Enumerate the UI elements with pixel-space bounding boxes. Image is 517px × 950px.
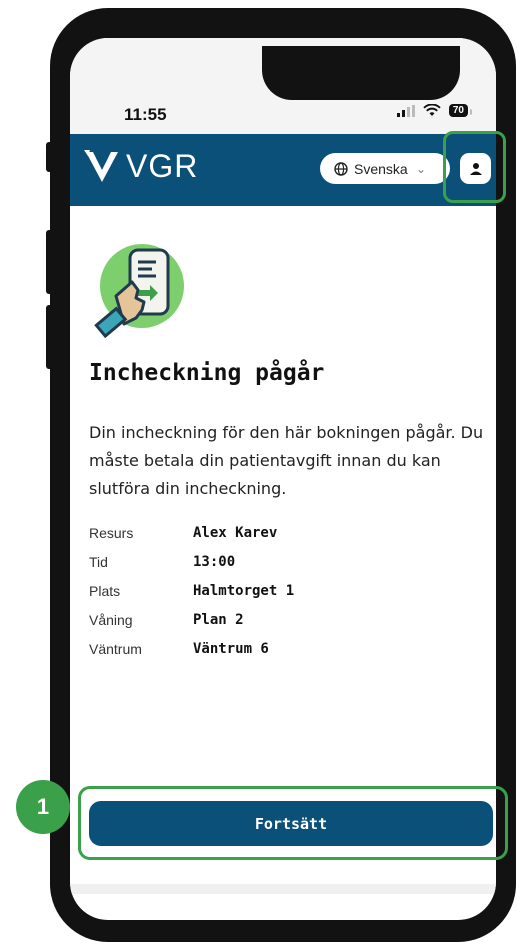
globe-icon: [334, 161, 348, 176]
detail-value: Alex Karev: [193, 524, 278, 541]
wifi-icon: [423, 104, 441, 116]
detail-label: Plats: [89, 582, 121, 599]
step-number-badge: 1: [16, 780, 70, 834]
detail-value: Halmtorget 1: [193, 582, 295, 599]
status-icons: 70: [396, 104, 473, 117]
language-label: Svenska: [354, 160, 408, 177]
detail-row-time: Tid 13:00: [89, 547, 294, 576]
signal-bars-icon: [396, 104, 415, 117]
hand-holding-phone-icon: [94, 244, 184, 338]
vgr-logo[interactable]: VGR: [84, 148, 198, 185]
detail-row-resource: Resurs Alex Karev: [89, 518, 294, 547]
detail-label: Väntrum: [89, 640, 142, 657]
detail-value: 13:00: [193, 553, 236, 570]
phone-volume-down-button: [46, 305, 54, 369]
chevron-down-icon: ⌄: [416, 161, 427, 176]
status-time: 11:55: [124, 105, 167, 124]
detail-row-waiting-room: Väntrum Väntrum 6: [89, 634, 294, 663]
status-description: Din incheckning för den här bokningen på…: [89, 423, 484, 498]
phone-side-button: [46, 142, 54, 172]
app-header: VGR Svenska ⌄: [70, 134, 496, 206]
battery-indicator: 70: [448, 104, 473, 117]
detail-row-place: Plats Halmtorget 1: [89, 576, 294, 605]
continue-button-highlight: [78, 786, 508, 860]
booking-details: Resurs Alex Karev Tid 13:00 Plats Halmto…: [89, 518, 294, 663]
detail-label: Tid: [89, 553, 108, 570]
language-select[interactable]: Svenska ⌄: [320, 153, 450, 184]
phone-volume-up-button: [46, 230, 54, 294]
logo-text: VGR: [126, 148, 199, 184]
page-title: Incheckning pågår: [89, 360, 325, 386]
detail-value: Plan 2: [193, 611, 244, 628]
detail-row-floor: Våning Plan 2: [89, 605, 294, 634]
vgr-logo-icon: [84, 149, 118, 182]
detail-label: Resurs: [89, 524, 134, 541]
bottom-divider: [70, 884, 496, 894]
detail-label: Våning: [89, 611, 133, 628]
detail-value: Väntrum 6: [193, 640, 269, 657]
profile-button-highlight: [443, 131, 506, 203]
phone-notch: [262, 46, 460, 100]
